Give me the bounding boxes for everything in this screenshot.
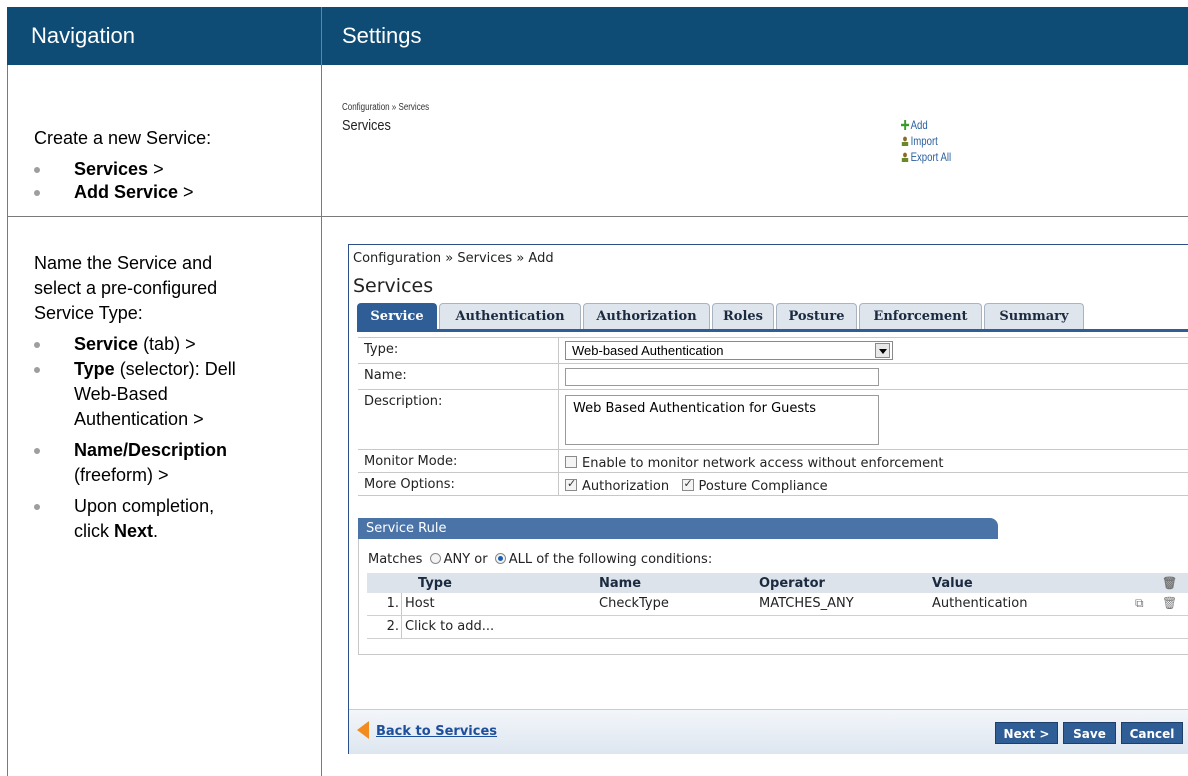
cancel-button[interactable]: Cancel [1121, 722, 1183, 744]
rule-table-header: Type Name Operator Value 🗑 [367, 573, 1188, 593]
bullet-dot [34, 190, 40, 196]
description-textarea[interactable]: Web Based Authentication for Guests [565, 395, 879, 445]
settings-header: Settings [342, 23, 422, 48]
row2-type-cont1: Web-Based [74, 384, 168, 404]
tab-authorization[interactable]: Authorization [583, 303, 710, 330]
add-link[interactable]: Add [901, 118, 928, 132]
description-row: Description: Web Based Authentication fo… [358, 390, 1188, 450]
name-input[interactable] [565, 368, 879, 386]
service-rule-box: Matches ANY or ALL of the following cond… [358, 539, 1188, 655]
tab-posture[interactable]: Posture [776, 303, 857, 330]
small-breadcrumb: Configuration » Services [342, 102, 430, 113]
type-row: Type: Web-based Authentication [358, 338, 1188, 364]
tab-authentication[interactable]: Authentication [439, 303, 581, 330]
tab-enforcement[interactable]: Enforcement [859, 303, 982, 330]
tab-service[interactable]: Service [357, 303, 437, 330]
monitor-mode-checkbox[interactable] [565, 456, 577, 468]
page-title: Services [353, 275, 434, 297]
import-icon [901, 136, 909, 146]
bullet-dot [34, 167, 40, 173]
chevron-left-icon [357, 721, 369, 739]
all-radio[interactable] [494, 553, 506, 564]
table-row[interactable]: 2. Click to add... [367, 616, 1188, 639]
authorization-checkbox[interactable] [565, 477, 577, 491]
export-all-link[interactable]: Export All [901, 150, 951, 164]
service-add-panel: Configuration » Services » Add Services … [348, 244, 1188, 754]
footer-bar: Back to Services Next > Save Cancel [349, 709, 1188, 754]
trash-icon[interactable]: 🗑 [1162, 596, 1177, 610]
row1-intro: Create a new Service: [34, 128, 212, 148]
row2-intro-line2: select a pre-configured [34, 278, 218, 298]
plus-icon [901, 120, 909, 130]
trash-icon[interactable]: 🗑 [1162, 576, 1177, 590]
service-rule-header: Service Rule [358, 518, 998, 539]
row2-click-next: click Next. [74, 521, 159, 541]
matches-selector: Matches ANY or ALL of the following cond… [368, 552, 713, 567]
table-row[interactable]: 1. Host CheckType MATCHES_ANY Authentica… [367, 593, 1188, 616]
name-row: Name: [358, 364, 1188, 390]
row2-intro-line1: Name the Service and [34, 253, 213, 273]
breadcrumb: Configuration » Services » Add [353, 251, 554, 266]
next-button[interactable]: Next > [995, 722, 1058, 744]
navigation-header: Navigation [31, 23, 135, 48]
table-header: Navigation Settings [7, 7, 1188, 65]
monitor-mode-row: Monitor Mode: Enable to monitor network … [358, 450, 1188, 473]
tab-summary[interactable]: Summary [984, 303, 1084, 330]
table-left-border [7, 65, 8, 776]
row2-type-cont2: Authentication > [74, 409, 204, 429]
row2-freeform: (freeform) > [74, 465, 169, 485]
header-divider [321, 7, 322, 65]
tab-underline [357, 329, 1188, 332]
tab-roles[interactable]: Roles [712, 303, 774, 330]
more-options-row: More Options: Authorization Posture Comp… [358, 473, 1188, 496]
table-row-divider [7, 216, 1188, 217]
export-icon [901, 152, 909, 162]
rule-table: Type Name Operator Value 🗑 1. Host Check… [367, 573, 1188, 639]
type-select[interactable]: Web-based Authentication [565, 341, 893, 360]
click-to-add[interactable]: Click to add... [405, 619, 494, 634]
copy-icon[interactable]: ⧉ [1135, 596, 1144, 611]
row2-intro-line3: Service Type: [34, 303, 143, 323]
save-button[interactable]: Save [1063, 722, 1116, 744]
chevron-down-icon[interactable] [875, 343, 890, 358]
table-column-divider [321, 65, 322, 776]
small-page-title: Services [342, 117, 391, 134]
service-form: Type: Web-based Authentication Name: Des… [358, 337, 1188, 496]
back-to-services-link[interactable]: Back to Services [357, 721, 497, 739]
any-radio[interactable] [429, 553, 441, 564]
import-link[interactable]: Import [901, 134, 938, 148]
posture-compliance-checkbox[interactable] [681, 477, 694, 491]
